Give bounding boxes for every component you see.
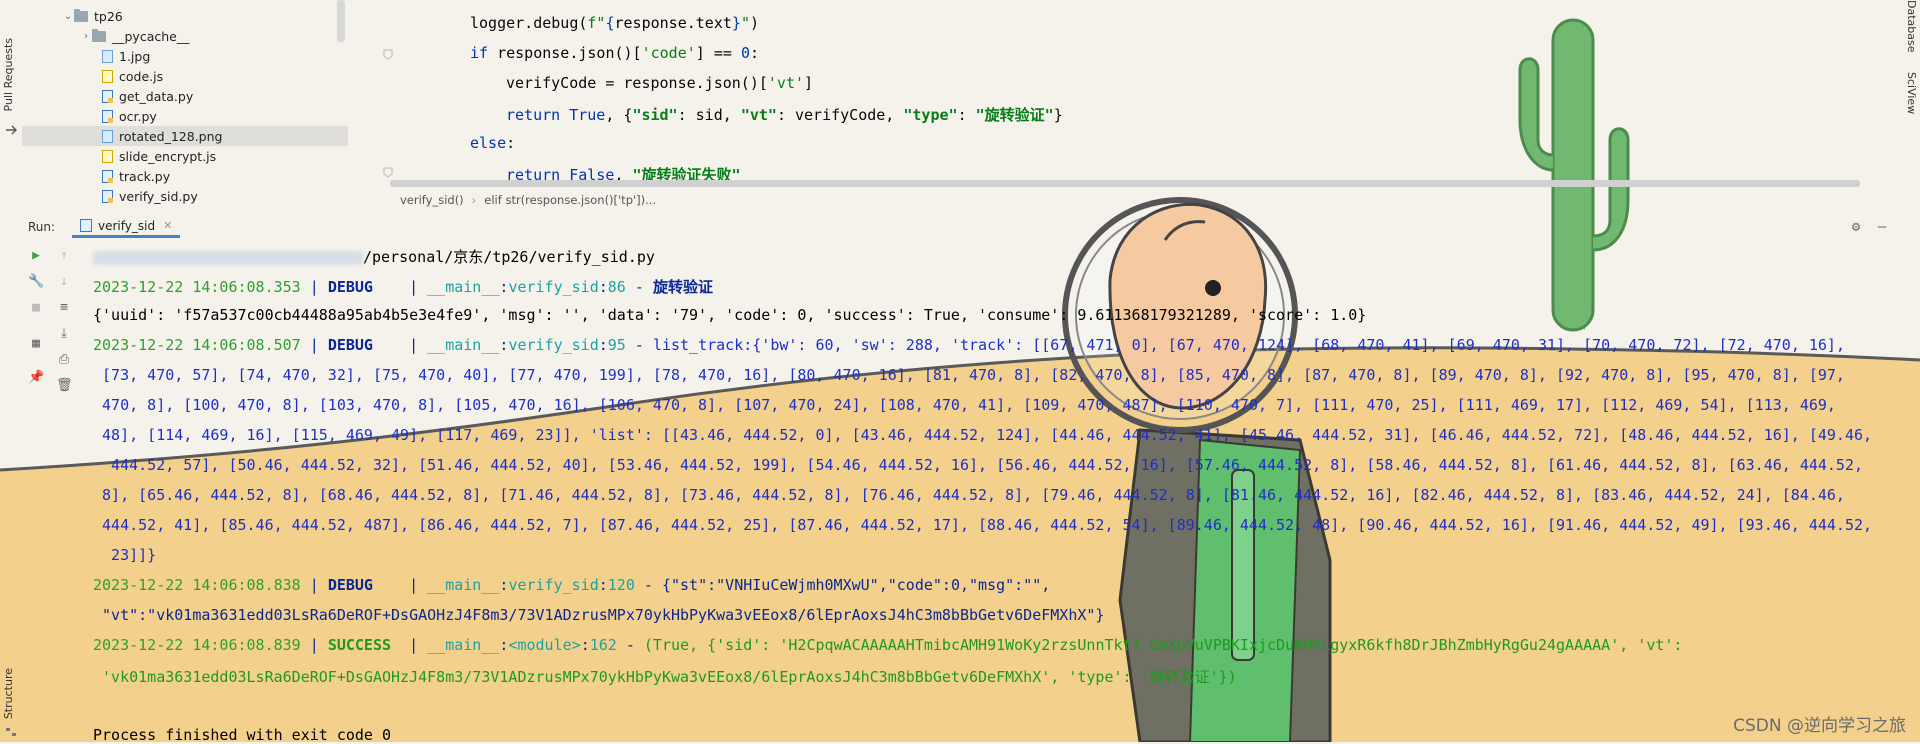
python-file-icon — [80, 219, 92, 232]
breadcrumb-item[interactable]: elif str(response.json()['tp'])... — [484, 193, 656, 207]
tree-item-label: rotated_128.png — [119, 128, 223, 144]
track-line: 470, 8], [100, 470, 8], [103, 470, 8], [… — [93, 396, 1836, 414]
code-line[interactable]: else: — [470, 134, 515, 152]
trash-icon[interactable]: 🗑 — [56, 378, 73, 394]
image-file-icon — [102, 49, 113, 63]
tree-item-label: verify_sid.py — [119, 188, 198, 204]
fold-markers — [383, 48, 393, 182]
run-tab-verify-sid[interactable]: verify_sid ✕ — [72, 216, 181, 238]
tree-item-1jpg[interactable]: 1.jpg — [102, 46, 150, 66]
folder-icon — [92, 28, 106, 42]
tree-item-label: tp26 — [94, 8, 123, 24]
stop-icon[interactable]: ■ — [28, 300, 44, 316]
database-tab[interactable]: Database — [1905, 0, 1918, 53]
js-file-icon — [102, 149, 113, 163]
chevron-right-icon[interactable]: › — [80, 31, 92, 42]
chevron-down-icon[interactable]: ⌄ — [62, 11, 74, 22]
breadcrumb-separator-icon: › — [471, 193, 477, 207]
layout-icon[interactable]: ▦ — [28, 336, 44, 352]
tree-item-label: 1.jpg — [119, 48, 151, 64]
structure-tab[interactable]: Structure — [2, 668, 15, 719]
log-line: 2023-12-22 14:06:08.353 | DEBUG | __main… — [93, 278, 713, 296]
log-line: 2023-12-22 14:06:08.838 | DEBUG | __main… — [93, 576, 1051, 594]
tree-item-label: code.js — [119, 68, 164, 84]
breadcrumb: verify_sid() › elif str(response.json()['t… — [400, 193, 656, 207]
python-file-icon — [102, 189, 113, 203]
track-line: 8], [65.46, 444.52, 8], [68.46, 444.52, … — [93, 486, 1845, 504]
run-label: Run: — [28, 220, 56, 234]
sciview-tab[interactable]: SciView — [1905, 72, 1918, 114]
log-line: 2023-12-22 14:06:08.507 | DEBUG | __main… — [93, 336, 1845, 354]
console-path-line: /personal/京东/tp26/verify_sid.py — [93, 246, 655, 267]
redacted-path — [93, 250, 363, 265]
tree-scrollbar[interactable] — [337, 0, 345, 42]
track-line: 48], [114, 469, 16], [115, 469, 49], [11… — [93, 426, 1873, 444]
tree-item-rotated-png[interactable]: rotated_128.png — [22, 126, 348, 146]
tree-item-label: slide_encrypt.js — [119, 148, 217, 164]
tree-item-label: track.py — [119, 168, 171, 184]
log-continuation: "vt":"vk01ma3631edd03LsRa6DeROF+DsGAOHzJ… — [93, 606, 1105, 624]
tree-item-label: ocr.py — [119, 108, 157, 124]
tree-item-pycache[interactable]: › __pycache__ — [80, 26, 189, 46]
image-file-icon — [102, 129, 113, 143]
js-file-icon — [102, 69, 113, 83]
code-line[interactable]: if response.json()['code'] == 0: — [470, 44, 759, 62]
python-file-icon — [102, 89, 113, 103]
pull-requests-icon — [5, 120, 17, 135]
gear-icon[interactable]: ⚙ — [1848, 219, 1864, 235]
watermark: CSDN @逆向学习之旅 — [1733, 716, 1906, 736]
editor-horizontal-scrollbar[interactable] — [390, 180, 1860, 187]
folder-icon — [74, 8, 88, 22]
track-line: 444.52, 41], [85.46, 444.52, 487], [86.4… — [93, 516, 1873, 534]
right-tool-stripe: Database SciView — [1900, 0, 1920, 742]
tree-item-track[interactable]: track.py — [102, 166, 170, 186]
print-icon[interactable]: ⎙ — [56, 352, 72, 368]
project-tree: ⌄ tp26 › __pycache__ 1.jpg code.js get_d… — [22, 0, 348, 210]
python-file-icon — [102, 109, 113, 123]
left-tool-stripe: Pull Requests Structure — [0, 0, 22, 742]
tree-item-label: __pycache__ — [112, 28, 190, 44]
code-line[interactable]: logger.debug(f"{response.text}") — [470, 14, 759, 32]
structure-icon — [5, 722, 17, 736]
code-line[interactable]: return False, "旋转验证失败" — [506, 164, 741, 180]
console-dict-line: {'uuid': 'f57a537c00cb44488a95ab4b5e3e4f… — [93, 306, 1367, 324]
up-arrow-icon[interactable]: ↑ — [56, 248, 72, 264]
track-line: 23]]} — [93, 546, 157, 564]
log-continuation: 'vk01ma3631edd03LsRa6DeROF+DsGAOHzJ4F8m3… — [93, 668, 1237, 686]
soft-wrap-icon[interactable]: ≡ — [56, 300, 72, 316]
track-line: 444.52, 57], [50.46, 444.52, 32], [51.46… — [93, 456, 1864, 474]
scroll-to-end-icon[interactable]: ⤓ — [56, 326, 72, 342]
track-line: [73, 470, 57], [74, 470, 32], [75, 470, … — [93, 366, 1845, 384]
python-file-icon — [102, 169, 113, 183]
log-line: 2023-12-22 14:06:08.839 | SUCCESS | __ma… — [93, 636, 1683, 654]
breadcrumb-item[interactable]: verify_sid() — [400, 193, 464, 207]
code-line[interactable]: verifyCode = response.json()['vt'] — [506, 74, 813, 92]
minimize-icon[interactable]: — — [1874, 219, 1890, 235]
tree-item-verify-sid[interactable]: verify_sid.py — [102, 186, 198, 206]
run-window-header: Run: verify_sid ✕ ⚙ — — [22, 216, 1900, 238]
close-icon[interactable]: ✕ — [163, 219, 172, 232]
code-line[interactable]: return True, {"sid": sid, "vt": verifyCo… — [506, 104, 1063, 125]
tree-item-tp26[interactable]: ⌄ tp26 — [62, 6, 123, 26]
wrench-icon[interactable]: 🔧 — [28, 274, 44, 290]
run-toolbar: ▶ ↑ 🔧 ↓ ■ ≡ ⤓ ▦ ⎙ 📌 🗑 — [22, 240, 73, 400]
rerun-icon[interactable]: ▶ — [28, 248, 44, 264]
pin-icon[interactable]: 📌 — [28, 370, 44, 386]
tree-item-ocr[interactable]: ocr.py — [102, 106, 157, 126]
tree-item-label: get_data.py — [119, 88, 194, 104]
process-finished-line: Process finished with exit code 0 — [93, 726, 392, 744]
pull-requests-tab[interactable]: Pull Requests — [2, 38, 15, 111]
tree-item-slide-encrypt[interactable]: slide_encrypt.js — [102, 146, 216, 166]
tree-item-code-js[interactable]: code.js — [102, 66, 163, 86]
run-tab-label: verify_sid — [98, 218, 156, 233]
tree-item-get-data[interactable]: get_data.py — [102, 86, 193, 106]
down-arrow-icon[interactable]: ↓ — [56, 274, 72, 290]
